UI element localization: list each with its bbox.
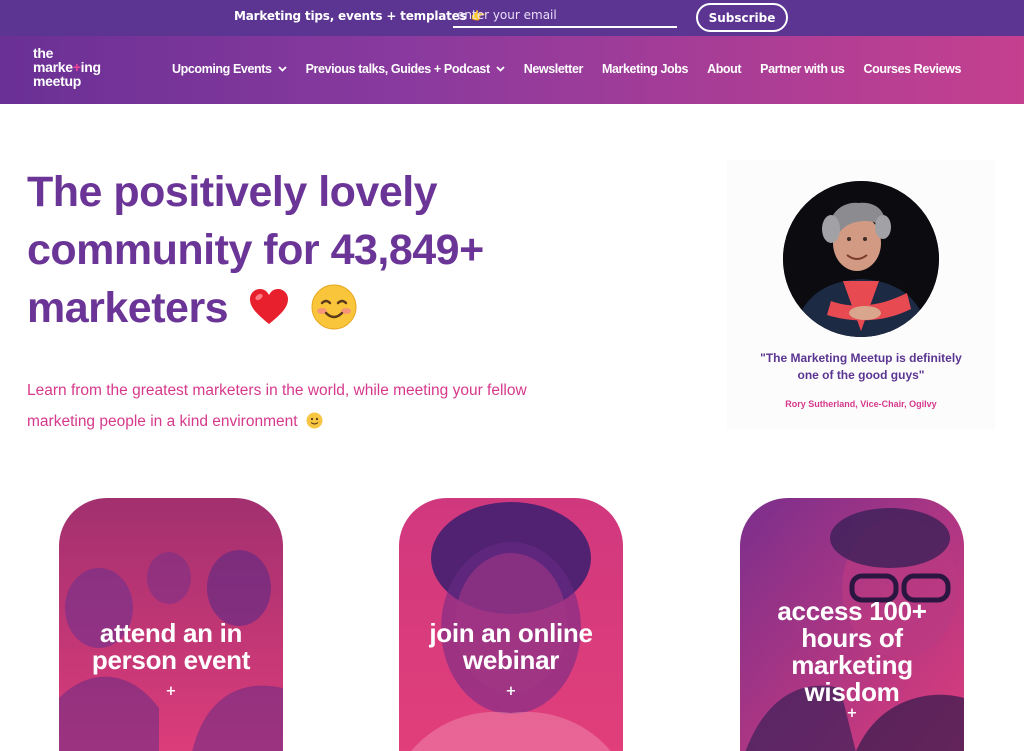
hero-title-line-3: marketers — [27, 284, 229, 332]
quote-line-2: one of the good guys" — [797, 368, 925, 382]
nav-menu: Upcoming Events Previous talks, Guides +… — [172, 62, 961, 76]
nav-item-upcoming-events[interactable]: Upcoming Events — [172, 62, 287, 76]
testimonial-quote: "The Marketing Meetup is definitely one … — [727, 350, 995, 384]
nav-item-newsletter[interactable]: Newsletter — [523, 62, 584, 76]
hero-subtitle-line-1: Learn from the greatest marketers in the… — [27, 382, 527, 399]
nav-label: Marketing Jobs — [601, 62, 689, 76]
nav-label: Newsletter — [523, 62, 584, 76]
card-label: attend an in person event — [59, 620, 283, 674]
hero-subtitle-line-2: marketing people in a kind environment — [27, 413, 298, 430]
nav-item-courses-reviews[interactable]: Courses Reviews — [863, 62, 961, 76]
testimonial-author: Rory Sutherland, Vice-Chair, Ogilvy — [785, 399, 937, 409]
nav-item-marketing-jobs[interactable]: Marketing Jobs — [602, 62, 688, 76]
card-label-line-4: wisdom — [804, 677, 900, 707]
card-label-line-1: join an online — [429, 618, 593, 648]
nav-label: Courses Reviews — [863, 62, 961, 76]
nav-label: About — [707, 62, 742, 76]
subscribe-button[interactable]: Subscribe — [696, 3, 788, 32]
slight-smile-icon — [306, 409, 323, 429]
newsletter-signup-bar: Marketing tips, events + templates 👉 Sub… — [0, 0, 1024, 36]
email-input[interactable] — [453, 4, 677, 28]
chevron-down-icon — [277, 64, 287, 74]
card-label-line-1: access 100+ — [777, 596, 927, 626]
card-label-line-2: webinar — [462, 645, 560, 675]
card-in-person-event[interactable]: attend an in person event + — [59, 498, 283, 751]
logo-line-3: meetup — [33, 73, 81, 89]
plus-icon: + — [846, 706, 858, 721]
nav-item-about[interactable]: About — [707, 62, 742, 76]
nav-item-previous-talks[interactable]: Previous talks, Guides + Podcast — [306, 62, 505, 76]
card-label-line-2: hours of — [801, 623, 903, 653]
card-label: join an online webinar — [399, 620, 623, 674]
plus-icon: + — [505, 684, 517, 699]
chevron-down-icon — [496, 64, 505, 74]
nav-label: Partner with us — [760, 62, 845, 76]
card-label: access 100+ hours of marketing wisdom — [740, 598, 964, 706]
smiling-face-icon — [311, 284, 357, 330]
nav-label: Upcoming Events — [172, 62, 272, 76]
logo-line-2: marke+ing — [33, 59, 101, 75]
site-logo[interactable]: the marke+ing meetup — [33, 46, 101, 88]
signup-prompt: Marketing tips, events + templates 👉 — [234, 9, 486, 23]
card-marketing-wisdom[interactable]: access 100+ hours of marketing wisdom + — [740, 498, 964, 751]
quote-line-1: "The Marketing Meetup is definitely — [760, 351, 962, 365]
logo-line-1: the — [33, 45, 54, 61]
card-online-webinar[interactable]: join an online webinar + — [399, 498, 623, 751]
hero-subtitle: Learn from the greatest marketers in the… — [27, 375, 597, 437]
hero-title-line-2: community for 43,849+ — [27, 226, 484, 274]
testimonial-card: "The Marketing Meetup is definitely one … — [727, 160, 995, 430]
nav-item-partner[interactable]: Partner with us — [760, 62, 845, 76]
card-label-line-2: person event — [91, 645, 251, 675]
plus-icon: + — [165, 684, 177, 699]
main-navigation: the marke+ing meetup Upcoming Events Pre… — [0, 36, 1024, 104]
red-heart-icon — [248, 285, 290, 327]
card-label-line-3: marketing — [791, 650, 913, 680]
card-label-line-1: attend an in — [99, 618, 243, 648]
nav-label: Previous talks, Guides + Podcast — [305, 62, 491, 76]
hero-title: The positively lovely community for 43,8… — [27, 163, 587, 337]
hero-title-line-1: The positively lovely — [27, 168, 438, 216]
speaker-portrait — [783, 181, 939, 337]
